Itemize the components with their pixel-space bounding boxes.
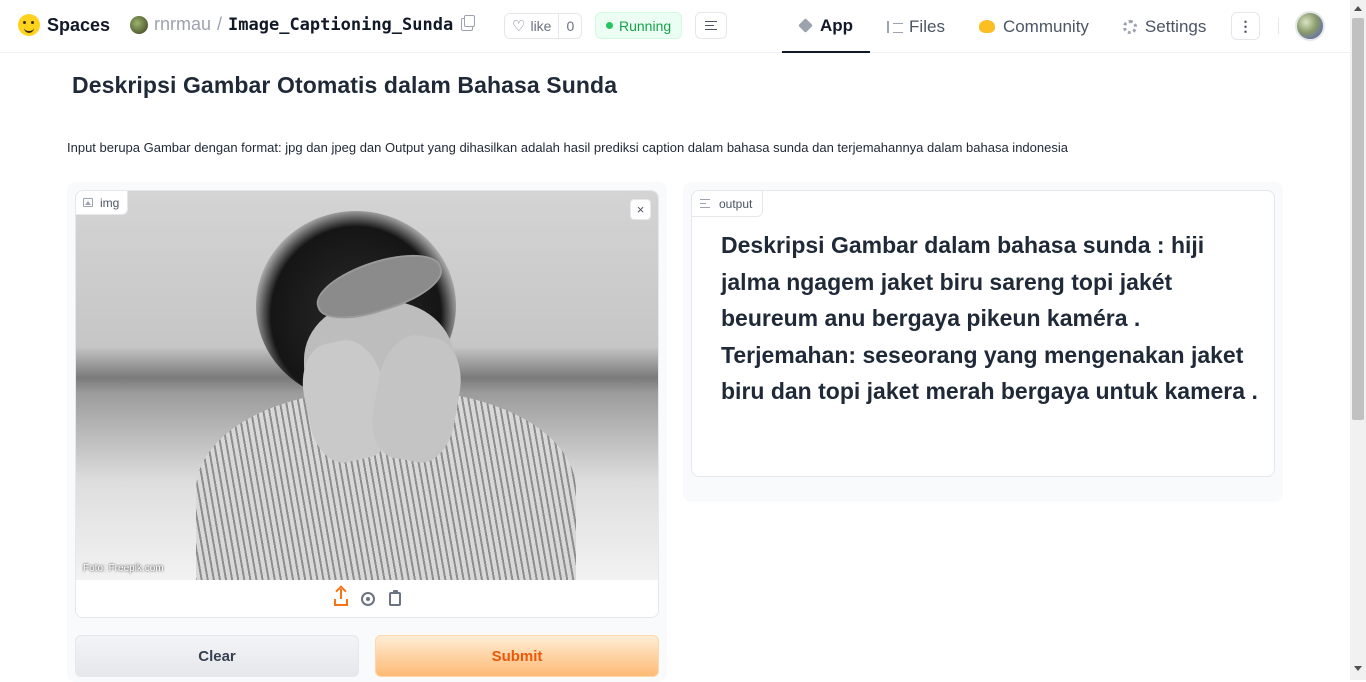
tab-community-label: Community (1002, 16, 1089, 36)
tab-app-label: App (820, 15, 854, 35)
hugging-face-logo-icon (18, 14, 40, 36)
image-icon (83, 198, 93, 207)
heart-icon: ♡ (512, 18, 526, 35)
tab-community[interactable]: Community (962, 0, 1106, 53)
logs-button[interactable] (695, 12, 727, 39)
breadcrumb-separator: / (217, 14, 223, 34)
gear-icon (1122, 19, 1137, 34)
status-label: Running (619, 17, 672, 34)
clear-button[interactable]: Clear (75, 635, 359, 677)
tab-files[interactable]: Files (870, 0, 962, 53)
cube-icon (798, 18, 813, 33)
output-label: output (692, 191, 764, 217)
output-textbox: output Deskripsi Gambar dalam bahasa sun… (691, 190, 1275, 477)
output-caption: Deskripsi Gambar dalam bahasa sunda : hi… (721, 232, 1258, 404)
like-count[interactable]: 0 (558, 14, 581, 38)
divider (1278, 18, 1279, 34)
more-icon: ⋮ (1238, 18, 1253, 34)
community-icon (978, 20, 995, 33)
upload-icon (334, 589, 348, 606)
photo-credit: Foto: Freepik.com (83, 563, 164, 574)
text-icon (700, 199, 710, 208)
upload-source-button[interactable] (334, 589, 349, 607)
remove-image-button[interactable]: × (630, 199, 651, 220)
owner-link[interactable]: rnrmau (154, 14, 211, 35)
webcam-source-button[interactable] (361, 592, 376, 607)
like-button[interactable]: ♡ like 0 (504, 13, 583, 39)
clipboard-icon (389, 590, 401, 606)
owner-avatar (130, 15, 148, 34)
submit-button[interactable]: Submit (375, 635, 659, 677)
files-icon (887, 20, 904, 33)
scroll-down-icon[interactable] (1354, 666, 1362, 671)
tab-settings[interactable]: Settings (1106, 0, 1223, 53)
brand-label: Spaces (47, 14, 111, 35)
repo-breadcrumb: rnrmau / Image_Captioning_Sunda (130, 14, 476, 35)
tab-settings-label: Settings (1144, 16, 1207, 36)
image-input-label: img (76, 191, 129, 215)
page-description: Input berupa Gambar dengan format: jpg d… (67, 140, 1068, 155)
scroll-thumb[interactable] (1352, 18, 1364, 420)
page-title: Deskripsi Gambar Otomatis dalam Bahasa S… (72, 72, 618, 98)
status-dot-icon (606, 22, 613, 29)
like-toggle[interactable]: ♡ like (505, 14, 558, 38)
image-input[interactable]: img × Foto: Freepik.com (75, 190, 659, 618)
tab-app[interactable]: App (782, 0, 871, 53)
user-avatar[interactable] (1295, 11, 1325, 41)
page-scrollbar[interactable] (1350, 0, 1366, 680)
top-navbar: Spaces rnrmau / Image_Captioning_Sunda ♡… (0, 0, 1350, 53)
clipboard-source-button[interactable] (388, 590, 403, 607)
space-tabs: App Files Community Settings (782, 0, 1223, 53)
more-options-button[interactable]: ⋮ (1231, 12, 1260, 40)
image-source-selector (76, 580, 658, 617)
tab-files-label: Files (909, 16, 945, 36)
output-label-text: output (719, 196, 753, 211)
copy-icon[interactable] (461, 15, 476, 31)
status-badge[interactable]: Running (595, 12, 683, 39)
logs-icon (705, 21, 717, 30)
image-input-label-text: img (100, 195, 120, 210)
webcam-icon (361, 592, 375, 606)
close-icon: × (636, 202, 645, 217)
scroll-up-icon[interactable] (1354, 6, 1362, 11)
like-label: like (530, 18, 552, 34)
repo-name-link[interactable]: Image_Captioning_Sunda (228, 15, 453, 35)
uploaded-image: Foto: Freepik.com (76, 191, 658, 580)
spaces-home-link[interactable]: Spaces (18, 14, 110, 36)
